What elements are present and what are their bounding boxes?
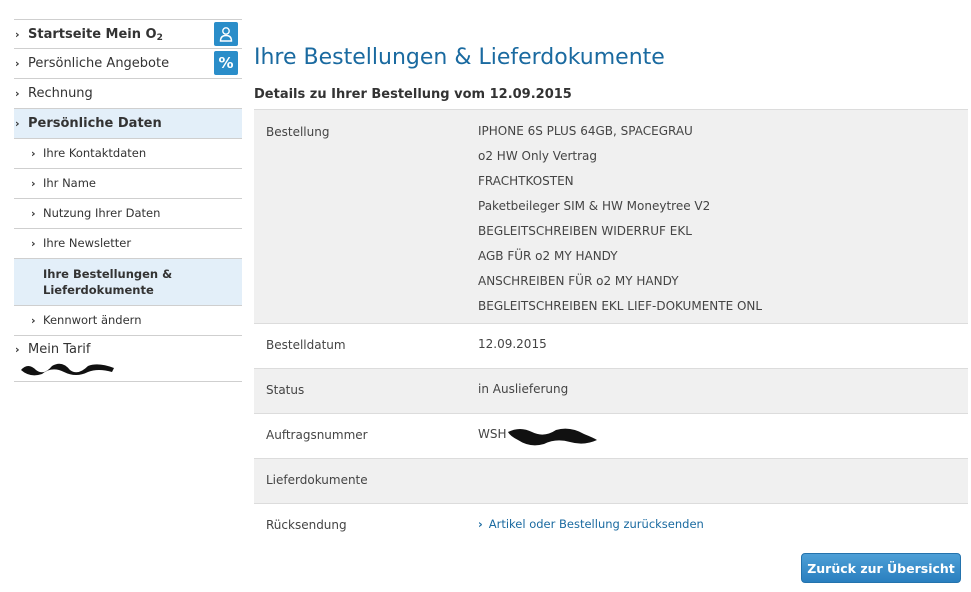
list-item: AGB FÜR o2 MY HANDY	[478, 249, 618, 263]
sidebar-item-newsletter[interactable]: › Ihre Newsletter	[14, 229, 242, 259]
chevron-right-icon: ›	[15, 87, 20, 100]
chevron-right-icon: ›	[31, 314, 36, 327]
list-item: o2 HW Only Vertrag	[478, 149, 597, 163]
sidebar-item-label: Startseite Mein O	[28, 27, 157, 42]
list-item: BEGLEITSCHREIBEN WIDERRUF EKL	[478, 224, 692, 238]
order-items-list: IPHONE 6S PLUS 64GB, SPACEGRAU o2 HW Onl…	[478, 119, 762, 319]
chevron-right-icon: ›	[31, 237, 36, 250]
row-label: Lieferdokumente	[266, 473, 368, 487]
chevron-right-icon: ›	[31, 177, 36, 190]
order-heading: Details zu Ihrer Bestellung vom 12.09.20…	[254, 87, 572, 102]
person-icon[interactable]	[214, 22, 238, 46]
chevron-right-icon: ›	[15, 57, 20, 70]
sidebar-item-kontaktdaten[interactable]: › Ihre Kontaktdaten	[14, 139, 242, 169]
sidebar-item-label: Rechnung	[28, 86, 93, 101]
detail-row-auftragsnummer: Auftragsnummer WSH	[254, 413, 968, 458]
sidebar-item-label-line1: Ihre Bestellungen &	[43, 267, 173, 281]
return-link-label: Artikel oder Bestellung zurücksenden	[488, 517, 704, 531]
row-label: Auftragsnummer	[266, 428, 368, 442]
list-item: ANSCHREIBEN FÜR o2 MY HANDY	[478, 274, 679, 288]
chevron-right-icon: ›	[31, 207, 36, 220]
sidebar-item-kennwort[interactable]: › Kennwort ändern	[14, 306, 242, 336]
sidebar-item-name[interactable]: › Ihr Name	[14, 169, 242, 199]
sidebar: › Startseite Mein O2 › Persönliche Angeb…	[14, 19, 242, 382]
detail-row-lieferdokumente: Lieferdokumente	[254, 458, 968, 503]
sidebar-item-label-line2: Lieferdokumente	[43, 283, 154, 297]
detail-row-status: Status in Auslieferung	[254, 368, 968, 413]
row-value: WSH	[478, 427, 507, 441]
sidebar-item-bestellungen[interactable]: Ihre Bestellungen & Lieferdokumente	[14, 259, 242, 306]
redaction-scribble	[508, 428, 597, 446]
row-label: Rücksendung	[266, 518, 347, 532]
chevron-right-icon: ›	[15, 343, 20, 356]
list-item: BEGLEITSCHREIBEN EKL LIEF-DOKUMENTE ONL	[478, 299, 763, 313]
sidebar-item-label: Mein Tarif	[28, 342, 91, 357]
percent-icon[interactable]: %	[214, 51, 238, 75]
list-item: Paketbeileger SIM & HW Moneytree V2	[478, 199, 711, 213]
sidebar-item-label: Nutzung Ihrer Daten	[43, 206, 161, 220]
sidebar-item-label: Persönliche Daten	[28, 116, 162, 131]
detail-row-bestellung: Bestellung IPHONE 6S PLUS 64GB, SPACEGRA…	[254, 109, 968, 323]
sidebar-item-persoenliche-daten[interactable]: › Persönliche Daten	[14, 109, 242, 139]
row-value: 12.09.2015	[478, 337, 547, 351]
return-link[interactable]: › Artikel oder Bestellung zurücksenden	[478, 517, 704, 531]
sidebar-item-label: Ihr Name	[43, 176, 96, 190]
sidebar-item-startseite[interactable]: › Startseite Mein O2	[14, 19, 242, 49]
row-label: Bestelldatum	[266, 338, 346, 352]
sidebar-item-angebote[interactable]: › Persönliche Angebote %	[14, 49, 242, 79]
list-item: IPHONE 6S PLUS 64GB, SPACEGRAU	[478, 124, 693, 138]
chevron-right-icon: ›	[15, 28, 20, 41]
detail-row-ruecksendung: Rücksendung › Artikel oder Bestellung zur…	[254, 503, 968, 548]
sidebar-item-label: Persönliche Angebote	[28, 56, 170, 71]
sidebar-item-rechnung[interactable]: › Rechnung	[14, 79, 242, 109]
sidebar-item-label: Kennwort ändern	[43, 313, 142, 327]
back-to-overview-button[interactable]: Zurück zur Übersicht	[801, 553, 961, 583]
page-title: Ihre Bestellungen & Lieferdokumente	[254, 44, 665, 70]
sidebar-item-mein-tarif[interactable]: › Mein Tarif	[14, 336, 242, 382]
chevron-right-icon: ›	[15, 117, 20, 130]
row-label: Status	[266, 383, 305, 397]
list-item: FRACHTKOSTEN	[478, 174, 574, 188]
row-label: Bestellung	[266, 125, 330, 139]
sidebar-item-nutzung-daten[interactable]: › Nutzung Ihrer Daten	[14, 199, 242, 229]
detail-row-bestelldatum: Bestelldatum 12.09.2015	[254, 323, 968, 368]
chevron-right-icon: ›	[478, 517, 483, 531]
sidebar-item-label: Ihre Newsletter	[43, 236, 132, 250]
row-value: in Auslieferung	[478, 382, 569, 396]
redaction-scribble	[21, 363, 114, 376]
order-details-table: Bestellung IPHONE 6S PLUS 64GB, SPACEGRA…	[254, 109, 968, 548]
sidebar-item-label: Ihre Kontaktdaten	[43, 146, 147, 160]
chevron-right-icon: ›	[31, 147, 36, 160]
